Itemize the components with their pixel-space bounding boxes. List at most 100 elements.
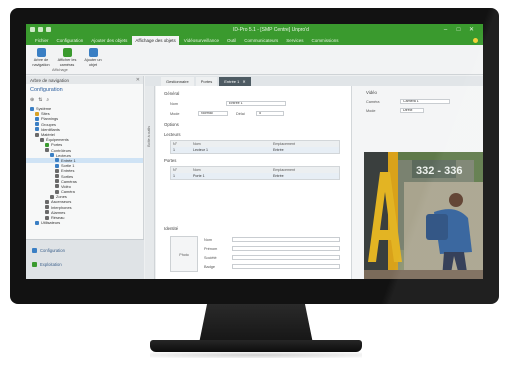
tree-view-button[interactable]: Arbre de navigation [30, 48, 52, 67]
footer-item-label: Configuration [40, 248, 65, 253]
ribbon-group-label: Affichage [52, 68, 68, 72]
identity-label: Badge [204, 265, 215, 269]
doors-grid: N° Nom Emplacement 1 Porte 1 Entrée [170, 166, 340, 180]
tree-node-icon [55, 174, 59, 179]
document-tab[interactable]: Portes [195, 77, 218, 86]
video-panel-title: Vidéo [366, 90, 377, 95]
footer-item-configuration[interactable]: Configuration [32, 248, 65, 253]
save-icon[interactable] [38, 27, 43, 32]
section-options: Options [164, 122, 179, 127]
tree-node-icon [55, 168, 59, 173]
window-title: ID-Pro 5.1 - [SMP Centre] Unpro'd [233, 27, 309, 33]
monitor-shadow [150, 352, 362, 358]
exploitation-icon [32, 262, 37, 267]
grid-cell: Lecteur 1 [193, 148, 208, 152]
ribbon-tab[interactable]: Commissions [309, 36, 342, 45]
close-button[interactable]: ✕ [467, 26, 476, 34]
name-label: Nom [170, 102, 179, 106]
photo-placeholder[interactable]: Photo [170, 236, 198, 272]
tree-node-icon [55, 163, 59, 168]
identity-input[interactable] [232, 237, 340, 242]
identity-input[interactable] [232, 264, 340, 269]
identity-label: Prénom [204, 247, 218, 251]
mode-label: Mode [170, 112, 180, 116]
document-tabs: Gestionnaire Portes Entrée 1 ✕ [145, 76, 483, 86]
tree-icon [36, 48, 46, 57]
config-form: Général Nom Entrée 1 Mode Normal Délai 5… [156, 86, 351, 279]
tree-node-icon [45, 199, 49, 204]
close-tab-icon[interactable]: ✕ [242, 79, 245, 84]
footer-item-exploitation[interactable]: Exploitation [32, 262, 62, 267]
camera-select[interactable]: Caméra 1 [400, 99, 450, 104]
tree-node-icon [35, 220, 39, 225]
sort-icon[interactable]: ⇅ [38, 97, 42, 103]
tree-node-icon [55, 189, 59, 194]
sign-text: 332 - 336 [416, 165, 462, 177]
grid-cell: Entrée [273, 148, 284, 152]
ribbon-tab[interactable]: Outil [224, 36, 239, 45]
help-icon[interactable] [473, 38, 478, 43]
ribbon-tab[interactable]: Configuration [54, 36, 87, 45]
add-object-button[interactable]: Ajouter un objet [82, 48, 104, 67]
add-icon [88, 48, 98, 57]
tree-node-icon [40, 137, 44, 142]
tree-item[interactable]: Utilisateurs [26, 220, 143, 225]
camera-label: Caméra [366, 100, 380, 104]
tree-node-icon [50, 194, 54, 199]
ribbon-tab[interactable]: Affichage des objets [132, 36, 179, 45]
ribbon-tab[interactable]: Vidéosurveillance [181, 36, 222, 45]
tree-node-icon [45, 205, 49, 210]
ribbon-tab[interactable]: Services [283, 36, 306, 45]
delay-input[interactable]: 5 [256, 111, 284, 116]
ribbon-tab[interactable]: Communicateurs [241, 36, 281, 45]
name-input[interactable]: Entrée 1 [226, 101, 286, 106]
camera-icon [62, 48, 72, 57]
identity-input[interactable] [232, 246, 340, 251]
table-row[interactable]: 1 Lecteur 1 Entrée [171, 147, 339, 153]
expand-icon[interactable]: ⊕ [30, 97, 34, 103]
mode-select[interactable]: Normal [198, 111, 228, 116]
search-icon[interactable]: ⌕ [46, 97, 49, 103]
tree-node-icon [45, 148, 49, 153]
tree-node-icon [45, 142, 49, 147]
camera-feed[interactable]: 332 - 336 [364, 152, 483, 279]
navigation-panel: Arbre de navigation ✕ Configuration ⊕ ⇅ … [26, 76, 144, 279]
identity-label: Nom [204, 238, 213, 242]
identity-input[interactable] [232, 255, 340, 260]
navigation-panel-title: Configuration [30, 87, 63, 93]
add-object-label: Ajouter un objet [84, 58, 102, 67]
section-readers: Lecteurs [164, 132, 181, 137]
navigation-panel-header-text: Arbre de navigation [30, 78, 70, 83]
document-tab-label: Entrée 1 [224, 79, 240, 84]
ribbon-tab[interactable]: Fichier [32, 36, 52, 45]
navigation-tools: ⊕ ⇅ ⌕ [26, 96, 143, 106]
table-row[interactable]: 1 Porte 1 Entrée [171, 173, 339, 179]
toolbox-label: Boîte à outils [147, 126, 151, 147]
tree-node-icon [35, 111, 39, 116]
camera-feed-image: 332 - 336 [364, 152, 483, 279]
grid-cell: Entrée [273, 174, 284, 178]
grid-cell: 1 [173, 148, 175, 152]
tree-node-icon [30, 106, 34, 111]
maximize-button[interactable]: □ [454, 26, 463, 34]
undo-icon[interactable] [46, 27, 51, 32]
monitor-stand-base [150, 340, 362, 352]
section-doors: Portes [164, 158, 177, 163]
toolbox-strip[interactable]: Boîte à outils [145, 86, 155, 279]
tree-node-icon [55, 184, 59, 189]
ribbon-tab[interactable]: Ajouter des objets [88, 36, 130, 45]
minimize-button[interactable]: – [441, 26, 450, 34]
video-mode-select[interactable]: Direct [400, 108, 424, 113]
monitor-frame: ID-Pro 5.1 - [SMP Centre] Unpro'd – □ ✕ … [10, 8, 499, 304]
document-tab[interactable]: Entrée 1 ✕ [219, 77, 251, 86]
screen: ID-Pro 5.1 - [SMP Centre] Unpro'd – □ ✕ … [26, 24, 483, 279]
section-general: Général [164, 91, 180, 96]
tree-node-icon [35, 127, 39, 132]
monitor-stand-neck [198, 304, 314, 344]
pin-icon[interactable]: ✕ [136, 77, 140, 83]
tree-node-icon [35, 116, 39, 121]
ribbon: Arbre de navigation Afficher les caméras… [26, 45, 483, 75]
document-tab[interactable]: Gestionnaire [161, 77, 194, 86]
title-bar: ID-Pro 5.1 - [SMP Centre] Unpro'd – □ ✕ [26, 24, 483, 36]
show-cameras-button[interactable]: Afficher les caméras [56, 48, 78, 67]
